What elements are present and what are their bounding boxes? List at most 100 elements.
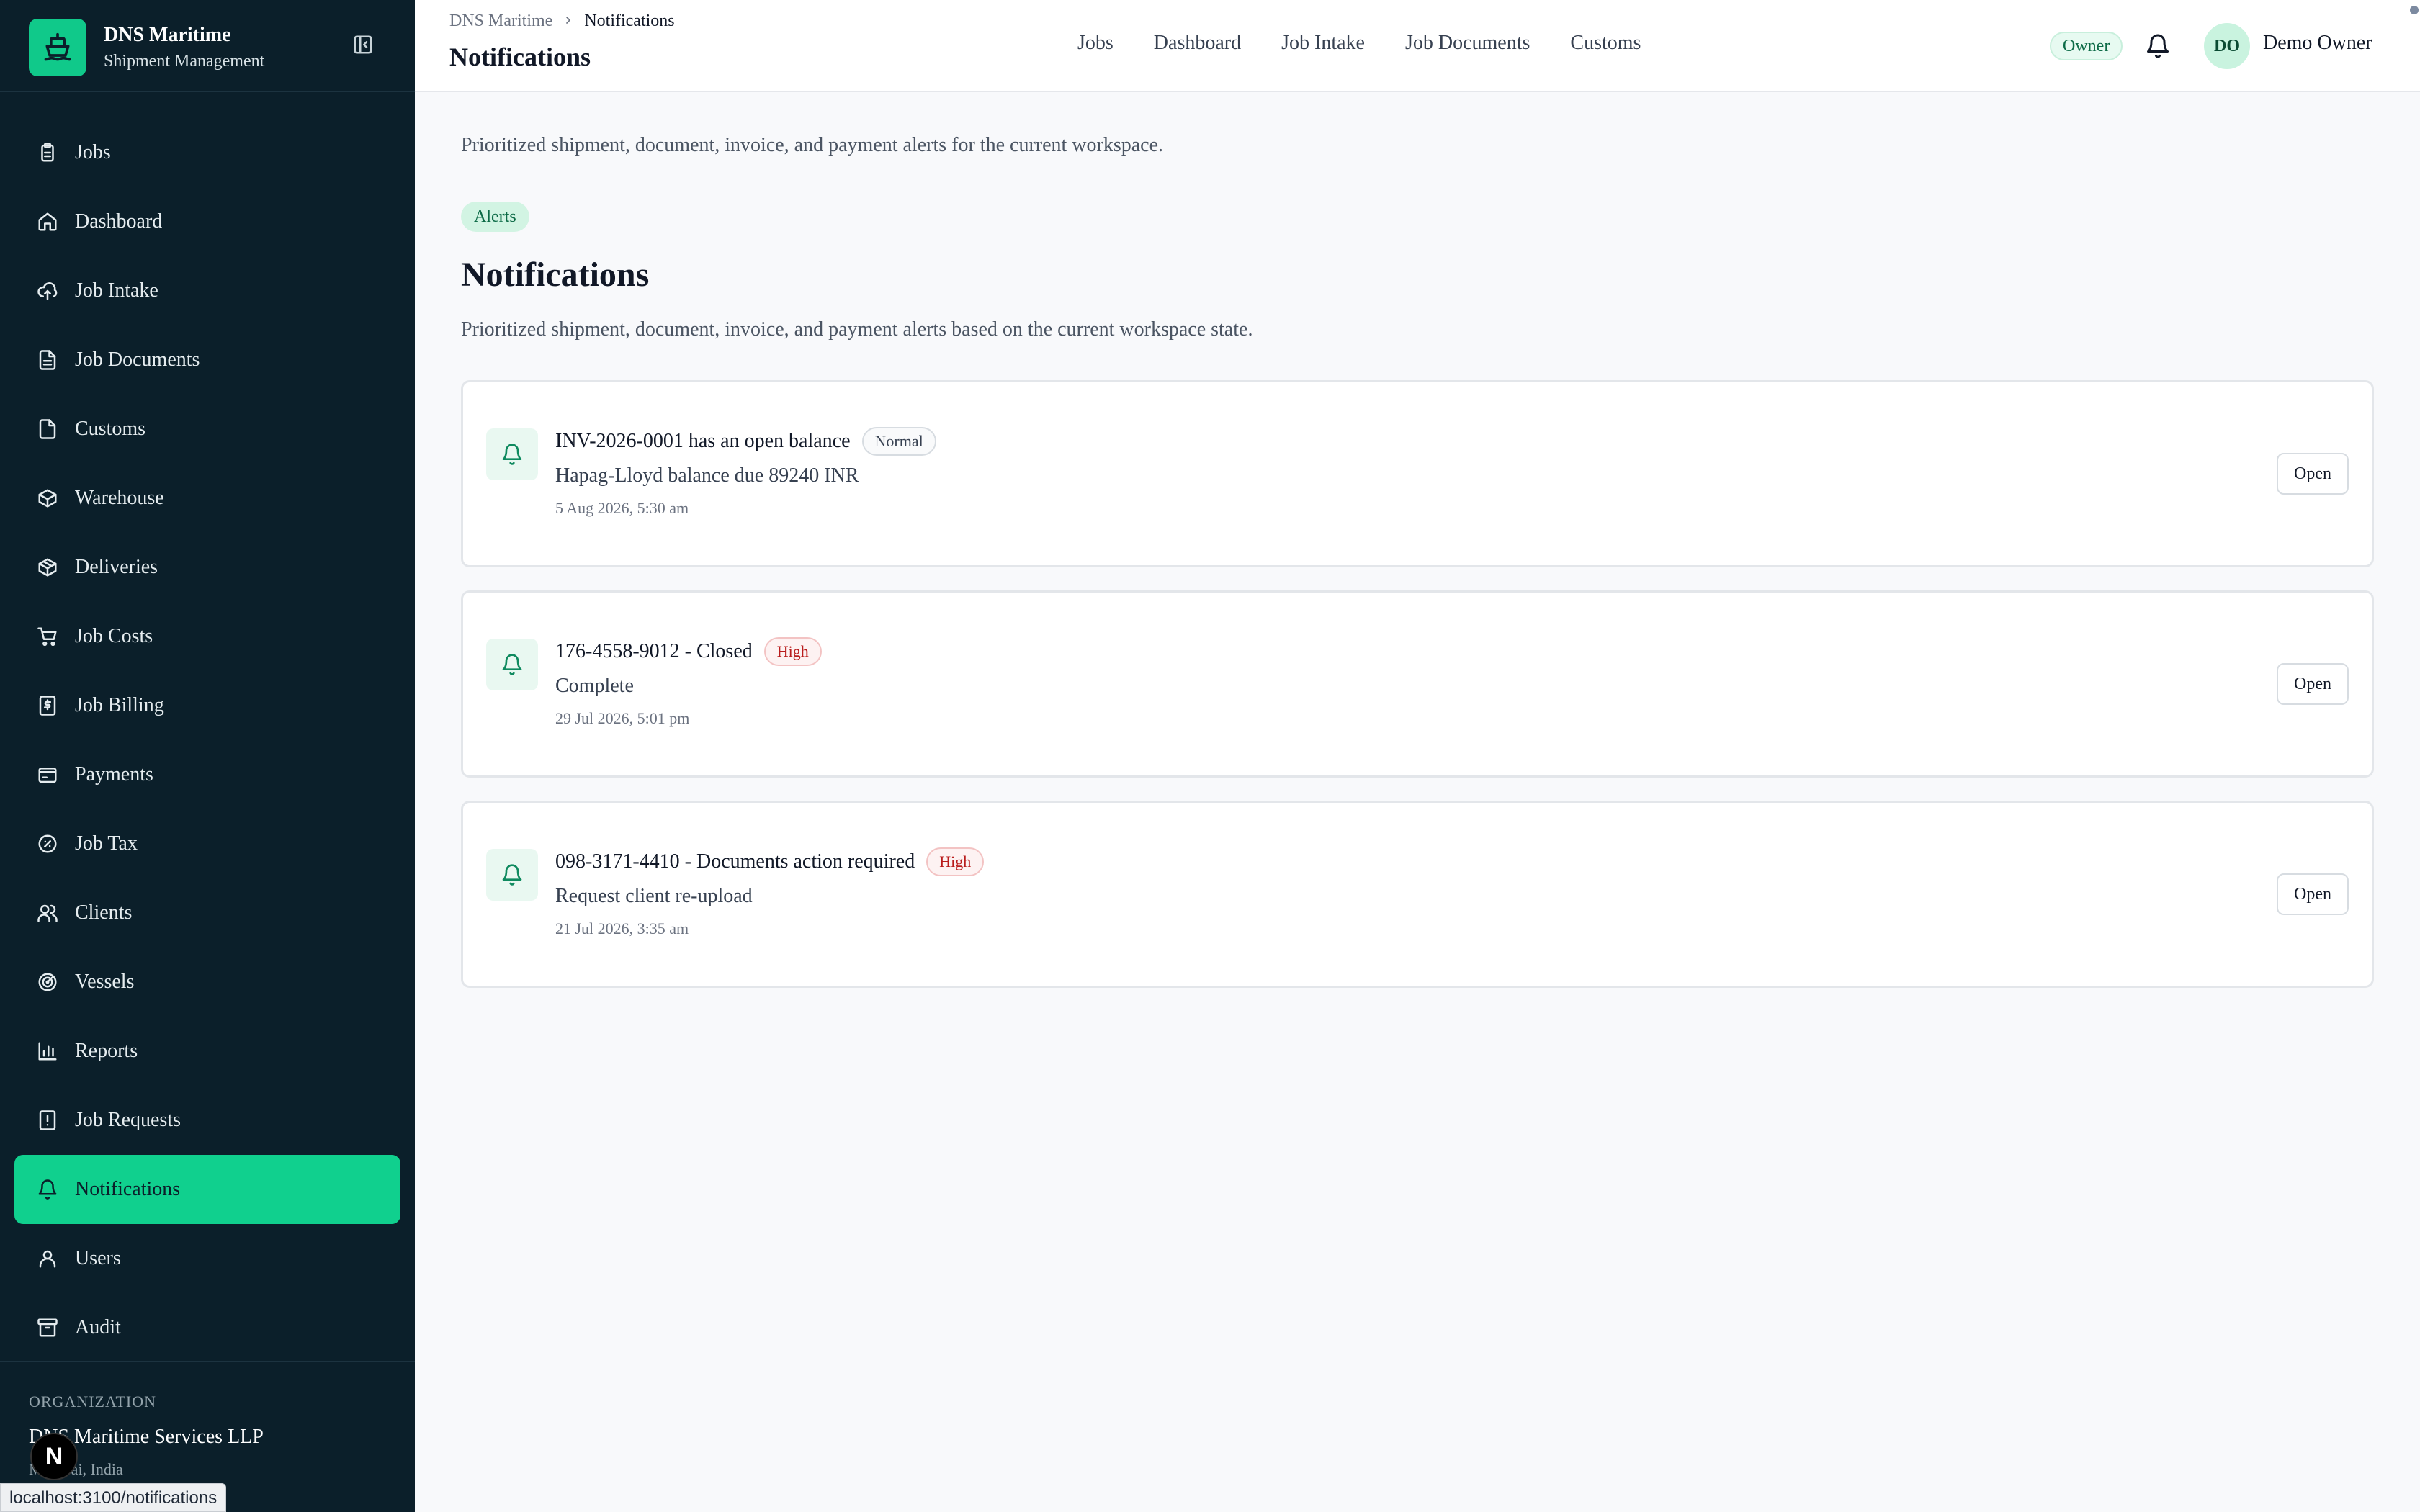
- brand-subtitle: Shipment Management: [104, 52, 265, 71]
- bell-icon: [486, 428, 538, 480]
- percent-badge-icon: [35, 831, 60, 857]
- sidebar-item-label: Clients: [75, 901, 133, 924]
- sidebar-item-label: Job Requests: [75, 1109, 181, 1131]
- avatar[interactable]: DO: [2204, 23, 2250, 69]
- sidebar-item-label: Customs: [75, 418, 146, 440]
- top-nav-job-documents[interactable]: Job Documents: [1405, 32, 1530, 55]
- sidebar-item-label: Jobs: [75, 141, 111, 163]
- notification-card: 176-4558-9012 - Closed High Complete 29 …: [461, 590, 2374, 778]
- notification-body: Hapag-Lloyd balance due 89240 INR: [555, 464, 859, 487]
- sidebar-item-label: Job Billing: [75, 694, 164, 716]
- bell-icon: [35, 1176, 60, 1202]
- sidebar-item-label: Warehouse: [75, 487, 164, 509]
- nextjs-dev-indicator-icon[interactable]: N: [30, 1433, 78, 1480]
- sidebar-item-label: Payments: [75, 763, 153, 786]
- priority-badge: High: [763, 637, 822, 666]
- sidebar-item-job-costs[interactable]: Job Costs: [14, 602, 400, 671]
- cart-icon: [35, 624, 60, 649]
- sidebar-item-job-documents[interactable]: Job Documents: [14, 325, 400, 395]
- sidebar-item-label: Deliveries: [75, 556, 158, 578]
- home-icon: [35, 209, 60, 235]
- top-nav-job-intake[interactable]: Job Intake: [1281, 32, 1365, 55]
- sidebar-item-label: Users: [75, 1247, 121, 1269]
- sidebar-item-payments[interactable]: Payments: [14, 740, 400, 809]
- page-title: Notifications: [449, 42, 591, 71]
- sidebar-item-notifications[interactable]: Notifications: [14, 1155, 400, 1224]
- notification-body: Complete: [555, 675, 634, 697]
- clipboard-icon: [35, 140, 60, 166]
- open-button[interactable]: Open: [2277, 663, 2349, 705]
- chevron-right-icon: [563, 12, 574, 31]
- notification-body: Request client re-upload: [555, 885, 753, 907]
- package-icon: [35, 554, 60, 580]
- sidebar-item-label: Job Intake: [75, 279, 158, 302]
- sidebar-item-customs[interactable]: Customs: [14, 395, 400, 464]
- top-nav-dashboard[interactable]: Dashboard: [1154, 32, 1241, 55]
- top-nav-customs[interactable]: Customs: [1570, 32, 1641, 55]
- sidebar-item-users[interactable]: Users: [14, 1224, 400, 1293]
- sidebar-item-job-billing[interactable]: Job Billing: [14, 671, 400, 740]
- sidebar-item-label: Job Documents: [75, 348, 200, 371]
- sidebar-item-label: Notifications: [75, 1178, 181, 1200]
- sidebar-item-label: Job Tax: [75, 832, 138, 855]
- breadcrumb-root[interactable]: DNS Maritime: [449, 12, 552, 31]
- top-bar: DNS Maritime Notifications Notifications…: [415, 0, 2420, 92]
- sidebar-item-label: Job Costs: [75, 625, 153, 647]
- sidebar-item-dashboard[interactable]: Dashboard: [14, 187, 400, 256]
- top-nav-jobs[interactable]: Jobs: [1077, 32, 1113, 55]
- bell-icon: [486, 639, 538, 690]
- sidebar-item-job-tax[interactable]: Job Tax: [14, 809, 400, 878]
- users-icon: [35, 900, 60, 926]
- sidebar-item-deliveries[interactable]: Deliveries: [14, 533, 400, 602]
- user-name[interactable]: Demo Owner: [2263, 32, 2372, 55]
- section-pill: Alerts: [461, 202, 529, 232]
- section-title: Notifications: [461, 256, 650, 294]
- breadcrumb: DNS Maritime Notifications: [449, 12, 675, 31]
- brand-title: DNS Maritime: [104, 24, 231, 46]
- sidebar-item-audit[interactable]: Audit: [14, 1293, 400, 1362]
- open-button[interactable]: Open: [2277, 453, 2349, 495]
- role-badge: Owner: [2050, 32, 2123, 60]
- notification-title: 098-3171-4410 - Documents action require…: [555, 850, 915, 873]
- sidebar-item-job-requests[interactable]: Job Requests: [14, 1086, 400, 1155]
- box-icon: [35, 485, 60, 511]
- file-text-icon: [35, 347, 60, 373]
- status-bar-url: localhost:3100/notifications: [0, 1483, 227, 1512]
- sidebar-collapse-icon[interactable]: [350, 32, 376, 58]
- notifications-bell-icon[interactable]: [2142, 30, 2174, 62]
- sidebar-item-clients[interactable]: Clients: [14, 878, 400, 948]
- notification-time: 21 Jul 2026, 3:35 am: [555, 919, 689, 937]
- notification-title: 176-4558-9012 - Closed: [555, 640, 753, 662]
- sidebar-nav: Jobs Dashboard Job Intake Job Documents …: [14, 118, 400, 1362]
- brand[interactable]: DNS Maritime Shipment Management: [29, 19, 386, 76]
- sidebar-item-vessels[interactable]: Vessels: [14, 948, 400, 1017]
- alert-file-icon: [35, 1107, 60, 1133]
- divider: [0, 91, 415, 92]
- notification-time: 29 Jul 2026, 5:01 pm: [555, 709, 690, 727]
- bar-chart-icon: [35, 1038, 60, 1064]
- radar-icon: [35, 969, 60, 995]
- wallet-icon: [35, 762, 60, 788]
- sidebar-item-job-intake[interactable]: Job Intake: [14, 256, 400, 325]
- org-label: ORGANIZATION: [29, 1392, 156, 1410]
- top-nav: Jobs Dashboard Job Intake Job Documents …: [1077, 32, 1681, 55]
- notification-card: 098-3171-4410 - Documents action require…: [461, 801, 2374, 988]
- priority-badge: High: [926, 847, 985, 876]
- sidebar-item-reports[interactable]: Reports: [14, 1017, 400, 1086]
- sidebar: DNS Maritime Shipment Management Jobs Da…: [0, 0, 415, 1512]
- upload-cloud-icon: [35, 278, 60, 304]
- notification-title: INV-2026-0001 has an open balance: [555, 430, 851, 452]
- sidebar-item-label: Vessels: [75, 971, 135, 993]
- archive-icon: [35, 1315, 60, 1341]
- notification-card: INV-2026-0001 has an open balance Normal…: [461, 380, 2374, 567]
- sidebar-item-warehouse[interactable]: Warehouse: [14, 464, 400, 533]
- sidebar-item-jobs[interactable]: Jobs: [14, 118, 400, 187]
- file-check-icon: [35, 416, 60, 442]
- open-button[interactable]: Open: [2277, 873, 2349, 915]
- divider: [0, 1361, 415, 1362]
- priority-badge: Normal: [861, 427, 936, 456]
- user-icon: [35, 1246, 60, 1272]
- sidebar-item-label: Reports: [75, 1040, 138, 1062]
- section-description: Prioritized shipment, document, invoice,…: [461, 318, 1253, 341]
- breadcrumb-current: Notifications: [584, 12, 675, 30]
